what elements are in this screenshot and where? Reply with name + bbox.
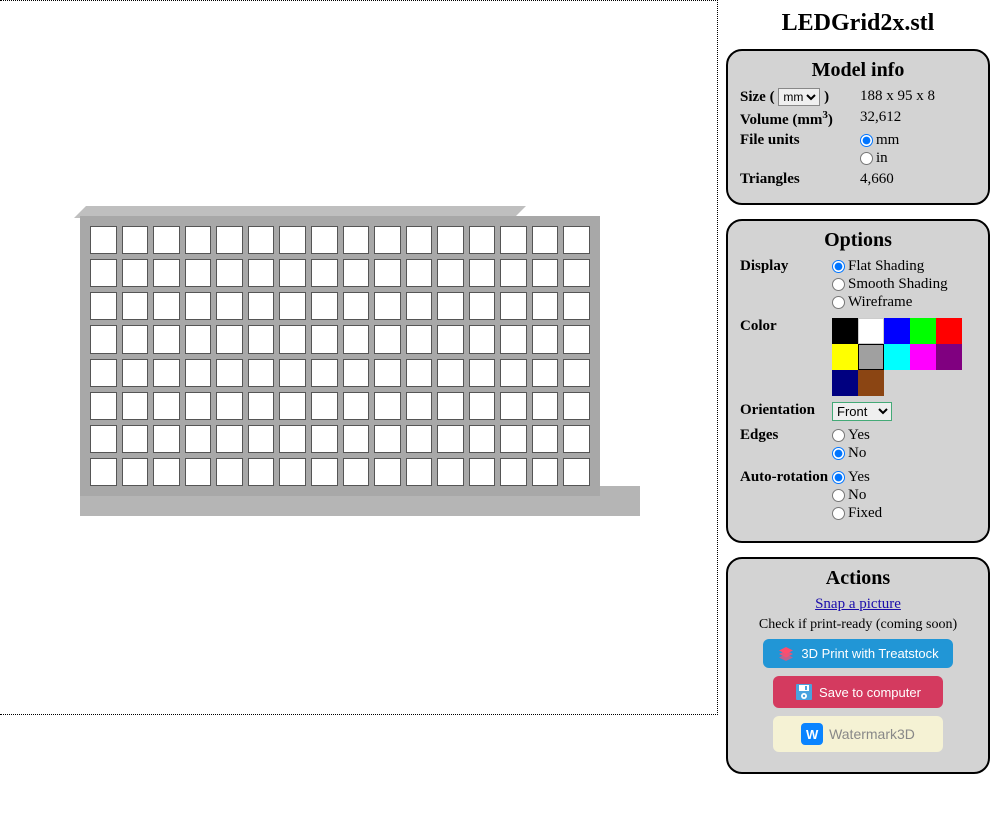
save-icon — [795, 683, 813, 701]
autorot-label-yes: Yes — [848, 469, 870, 486]
display-label-flat-shading: Flat Shading — [848, 258, 924, 275]
watermark-icon: W — [801, 723, 823, 745]
display-radio-flat-shading[interactable] — [832, 260, 845, 273]
display-label-wireframe: Wireframe — [848, 294, 912, 311]
file-units-controls: mmin — [860, 132, 976, 168]
file-units-radio-mm[interactable] — [860, 134, 873, 147]
color-swatch[interactable] — [884, 318, 910, 344]
orientation-select[interactable]: FrontBackTopBottomLeftRight — [832, 402, 892, 421]
autorot-label-fixed: Fixed — [848, 505, 882, 522]
size-label: Size ( mmin ) — [740, 88, 860, 106]
color-swatch[interactable] — [832, 370, 858, 396]
file-title: LEDGrid2x.stl — [726, 10, 990, 37]
options-title: Options — [740, 229, 976, 252]
print-ready-text: Check if print-ready (coming soon) — [740, 617, 976, 633]
edges-label-yes: Yes — [848, 427, 870, 444]
watermark-button[interactable]: W Watermark3D — [773, 716, 943, 752]
model-info-title: Model info — [740, 59, 976, 82]
color-swatch[interactable] — [832, 344, 858, 370]
volume-value: 32,612 — [860, 109, 976, 129]
model-render — [80, 206, 640, 516]
display-radio-smooth-shading[interactable] — [832, 278, 845, 291]
autorot-radio-fixed[interactable] — [832, 507, 845, 520]
actions-title: Actions — [740, 567, 976, 590]
treatstock-button[interactable]: 3D Print with Treatstock — [763, 639, 953, 668]
orientation-label: Orientation — [740, 402, 832, 421]
display-label: Display — [740, 258, 832, 312]
display-radio-wireframe[interactable] — [832, 296, 845, 309]
edges-label: Edges — [740, 427, 832, 463]
color-swatch[interactable] — [884, 344, 910, 370]
color-swatch[interactable] — [936, 344, 962, 370]
print-icon — [777, 647, 795, 661]
autorot-controls: YesNoFixed — [832, 469, 976, 523]
color-swatch[interactable] — [858, 370, 884, 396]
model-viewport[interactable] — [0, 0, 718, 715]
color-swatch[interactable] — [832, 318, 858, 344]
snap-picture-link[interactable]: Snap a picture — [740, 596, 976, 613]
actions-panel: Actions Snap a picture Check if print-re… — [726, 557, 990, 774]
display-label-smooth-shading: Smooth Shading — [848, 276, 948, 293]
file-units-label: File units — [740, 132, 860, 168]
edges-radio-yes[interactable] — [832, 429, 845, 442]
color-swatch[interactable] — [936, 318, 962, 344]
save-button[interactable]: Save to computer — [773, 676, 943, 708]
file-units-radio-in[interactable] — [860, 152, 873, 165]
volume-label: Volume (mm3) — [740, 109, 860, 129]
color-grid — [832, 318, 976, 396]
edges-radio-no[interactable] — [832, 447, 845, 460]
color-swatch[interactable] — [858, 318, 884, 344]
autorot-radio-no[interactable] — [832, 489, 845, 502]
autorot-radio-yes[interactable] — [832, 471, 845, 484]
size-unit-select[interactable]: mmin — [778, 88, 820, 106]
display-controls: Flat ShadingSmooth ShadingWireframe — [832, 258, 976, 312]
file-units-label-in: in — [876, 150, 888, 167]
color-swatch[interactable] — [858, 344, 884, 370]
triangles-label: Triangles — [740, 171, 860, 188]
sidebar: LEDGrid2x.stl Model info Size ( mmin ) 1… — [718, 0, 998, 813]
options-panel: Options Display Flat ShadingSmooth Shadi… — [726, 219, 990, 543]
autorot-label-no: No — [848, 487, 866, 504]
edges-controls: YesNo — [832, 427, 976, 463]
color-swatch[interactable] — [910, 318, 936, 344]
size-value: 188 x 95 x 8 — [860, 88, 976, 106]
triangles-value: 4,660 — [860, 171, 976, 188]
edges-label-no: No — [848, 445, 866, 462]
model-info-panel: Model info Size ( mmin ) 188 x 95 x 8 Vo… — [726, 49, 990, 205]
file-units-label-mm: mm — [876, 132, 899, 149]
autorot-label: Auto-rotation — [740, 469, 832, 523]
color-label: Color — [740, 318, 832, 396]
color-swatch[interactable] — [910, 344, 936, 370]
